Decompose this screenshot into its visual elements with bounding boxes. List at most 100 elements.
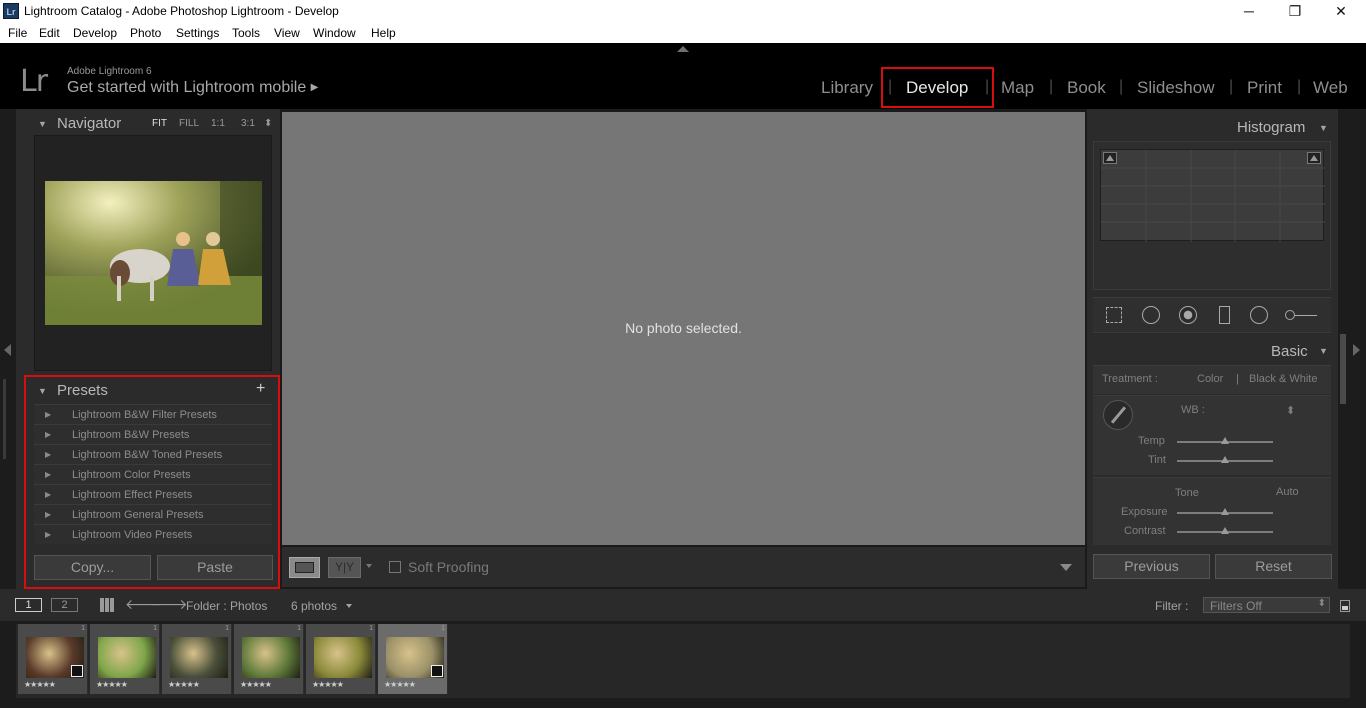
menu-develop[interactable]: Develop: [73, 26, 117, 40]
expand-icon: ▶: [45, 450, 52, 459]
module-library[interactable]: Library: [821, 78, 873, 98]
star-rating[interactable]: ★★★★★: [312, 680, 344, 689]
right-scrollbar[interactable]: [1340, 334, 1346, 404]
preset-folder[interactable]: ▶ Lightroom Color Presets: [34, 464, 272, 484]
star-rating[interactable]: ★★★★★: [240, 680, 272, 689]
star-rating[interactable]: ★★★★★: [168, 680, 200, 689]
toolbar-menu-icon[interactable]: [1060, 564, 1072, 571]
module-book[interactable]: Book: [1067, 78, 1106, 98]
menu-help[interactable]: Help: [371, 26, 396, 40]
navigator-collapse-icon[interactable]: ▼: [38, 119, 47, 129]
before-after-dropdown-icon[interactable]: [366, 564, 372, 568]
exposure-slider-thumb[interactable]: [1221, 508, 1229, 515]
paste-settings-button[interactable]: Paste: [157, 555, 273, 580]
menu-settings[interactable]: Settings: [176, 26, 219, 40]
tone-auto-button[interactable]: Auto: [1276, 486, 1299, 498]
module-print[interactable]: Print: [1247, 78, 1282, 98]
basic-collapse-icon[interactable]: ▼: [1319, 346, 1328, 356]
filmstrip-thumbnail[interactable]: 1 ★★★★★: [306, 624, 376, 694]
crop-tool-icon[interactable]: [1103, 304, 1125, 326]
mobile-promo-link[interactable]: Get started with Lightroom mobile ▶: [67, 79, 318, 97]
source-dropdown-icon[interactable]: [346, 604, 352, 608]
wb-dropdown-icon[interactable]: ⬍: [1286, 404, 1295, 417]
preset-folder[interactable]: ▶ Lightroom B&W Presets: [34, 424, 272, 444]
preset-folder[interactable]: ▶ Lightroom Video Presets: [34, 524, 272, 544]
histogram-title[interactable]: Histogram: [1237, 119, 1305, 136]
filmstrip-thumbnail[interactable]: 1 ★★★★★: [378, 624, 448, 694]
right-panel-toggle[interactable]: [1338, 109, 1366, 589]
folder-source-label[interactable]: Folder : Photos: [186, 599, 267, 613]
maximize-button[interactable]: ❐: [1272, 0, 1318, 23]
menu-edit[interactable]: Edit: [39, 26, 60, 40]
zoom-1-1[interactable]: 1:1: [211, 118, 225, 129]
preset-folder[interactable]: ▶ Lightroom General Presets: [34, 504, 272, 524]
filmstrip-thumbnail[interactable]: 1 ★★★★★: [234, 624, 304, 694]
presets-collapse-icon[interactable]: ▼: [38, 386, 47, 396]
soft-proofing-checkbox[interactable]: [389, 561, 401, 573]
primary-window-button[interactable]: 1: [15, 598, 42, 612]
zoom-fit[interactable]: FIT: [152, 118, 167, 129]
preset-folder[interactable]: ▶ Lightroom B&W Filter Presets: [34, 404, 272, 424]
collapse-right-arrow-icon[interactable]: [1353, 344, 1360, 356]
secondary-window-button[interactable]: 2: [51, 598, 78, 612]
basic-title[interactable]: Basic: [1271, 343, 1308, 360]
module-slideshow[interactable]: Slideshow: [1137, 78, 1215, 98]
forward-arrow-icon[interactable]: 🡒: [150, 596, 188, 613]
treatment-bw[interactable]: Black & White: [1249, 373, 1317, 385]
shadow-clipping-icon[interactable]: [1103, 152, 1117, 164]
grid-view-icon[interactable]: [100, 598, 114, 612]
reset-button[interactable]: Reset: [1215, 554, 1332, 579]
filmstrip-thumbnail[interactable]: 1 ★★★★★: [90, 624, 160, 694]
zoom-stepper-icon[interactable]: ⬍: [264, 118, 272, 129]
filmstrip-nav-bar: 1 2 🡐 🡒 Folder : Photos 6 photos Filter …: [0, 589, 1366, 621]
left-panel-toggle[interactable]: [0, 109, 16, 589]
menu-tools[interactable]: Tools: [232, 26, 260, 40]
previous-button[interactable]: Previous: [1093, 554, 1210, 579]
star-rating[interactable]: ★★★★★: [24, 680, 56, 689]
adjustment-brush-icon[interactable]: [1283, 304, 1321, 326]
zoom-fill[interactable]: FILL: [179, 118, 199, 129]
module-web[interactable]: Web: [1313, 78, 1348, 98]
presets-title[interactable]: Presets: [57, 382, 108, 399]
star-rating[interactable]: ★★★★★: [384, 680, 416, 689]
collapse-top-arrow-icon[interactable]: [677, 46, 689, 52]
loupe-view-button[interactable]: [289, 557, 320, 578]
menu-view[interactable]: View: [274, 26, 300, 40]
highlight-clipping-icon[interactable]: [1307, 152, 1321, 164]
menu-file[interactable]: File: [8, 26, 27, 40]
filmstrip-thumbnail[interactable]: 1 ★★★★★: [162, 624, 232, 694]
temp-slider-thumb[interactable]: [1221, 437, 1229, 444]
preset-folder[interactable]: ▶ Lightroom B&W Toned Presets: [34, 444, 272, 464]
star-rating[interactable]: ★★★★★: [96, 680, 128, 689]
spot-removal-icon[interactable]: [1140, 304, 1162, 326]
filter-lock-icon[interactable]: [1340, 600, 1350, 612]
tint-slider-thumb[interactable]: [1221, 456, 1229, 463]
add-preset-icon[interactable]: +: [256, 380, 265, 398]
collapse-left-arrow-icon[interactable]: [4, 344, 11, 356]
red-eye-icon[interactable]: [1177, 304, 1199, 326]
wb-eyedropper-icon[interactable]: [1103, 400, 1133, 430]
filmstrip-thumbnail[interactable]: 1 ★★★★★: [18, 624, 88, 694]
photo-canvas[interactable]: No photo selected.: [282, 112, 1085, 545]
loupe-icon: [295, 562, 314, 573]
zoom-3-1[interactable]: 3:1: [241, 118, 255, 129]
contrast-slider-thumb[interactable]: [1221, 527, 1229, 534]
copy-settings-button[interactable]: Copy...: [34, 555, 151, 580]
graduated-filter-icon[interactable]: [1213, 304, 1235, 326]
treatment-color[interactable]: Color: [1197, 373, 1223, 385]
histogram-chart[interactable]: [1100, 149, 1325, 242]
radial-filter-icon[interactable]: [1248, 304, 1270, 326]
photo-count[interactable]: 6 photos: [291, 599, 337, 613]
left-scrollbar[interactable]: [3, 379, 6, 459]
close-button[interactable]: ✕: [1318, 0, 1364, 23]
filter-label: Filter :: [1155, 599, 1189, 613]
module-map[interactable]: Map: [1001, 78, 1034, 98]
minimize-button[interactable]: ─: [1226, 0, 1272, 23]
filter-dropdown[interactable]: Filters Off ⬍: [1203, 597, 1330, 613]
menu-window[interactable]: Window: [313, 26, 356, 40]
histogram-collapse-icon[interactable]: ▼: [1319, 123, 1328, 133]
navigator-title[interactable]: Navigator: [57, 115, 121, 132]
preset-folder[interactable]: ▶ Lightroom Effect Presets: [34, 484, 272, 504]
menu-photo[interactable]: Photo: [130, 26, 161, 40]
before-after-button[interactable]: Y|Y: [328, 557, 361, 578]
